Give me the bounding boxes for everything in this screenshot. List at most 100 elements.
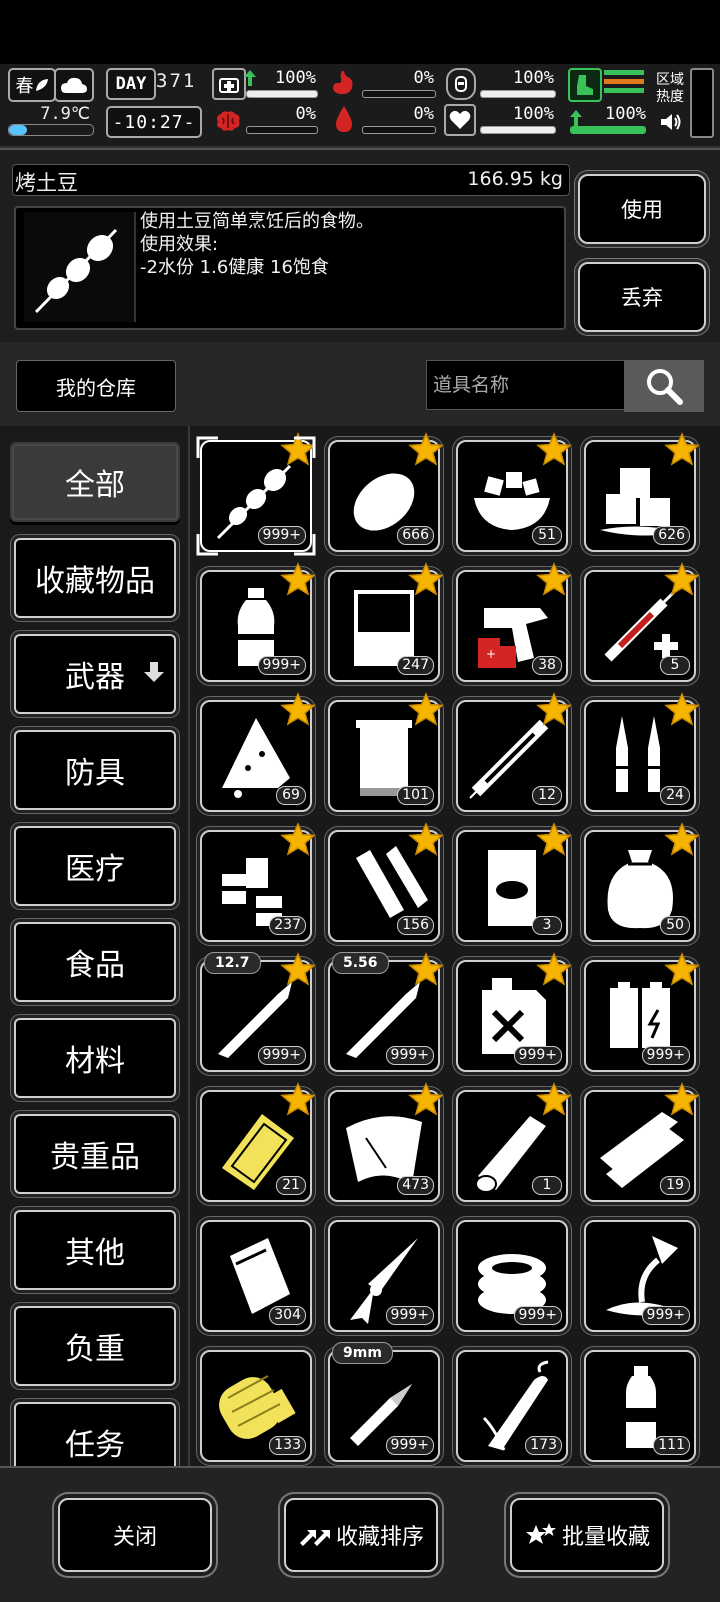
heart-icon [444,104,476,136]
favorite-star-icon [408,952,444,988]
use-button[interactable]: 使用 [578,174,706,244]
caliber-label: 9mm [332,1342,393,1364]
item-count: 51 [532,526,562,545]
item-search-input[interactable] [426,360,624,410]
health-bar [246,90,318,98]
category-materials[interactable]: 材料 [14,1018,176,1098]
category-label: 负重 [65,1332,125,1367]
inventory-slot[interactable]: 5 [584,562,700,682]
inventory-slot[interactable]: 999+ [196,432,316,556]
inventory-slot[interactable]: 626 [584,432,700,552]
item-count: 1 [532,1176,562,1195]
blood-bar [362,126,436,134]
batch-favorite-label: 批量收藏 [561,1525,650,1550]
favorite-star-icon [280,822,316,858]
day-label: DAY [106,68,156,100]
favorite-star-icon [408,562,444,598]
category-all[interactable]: 全部 [10,442,180,522]
inventory-slot[interactable]: 304 [200,1220,312,1332]
favorite-star-icon [664,1082,700,1118]
inventory-slot[interactable]: 237 [200,822,316,942]
category-favorites[interactable]: 收藏物品 [14,538,176,618]
inventory-slot[interactable]: 50 [584,822,700,942]
inventory-slot[interactable]: 69 [200,692,316,812]
inventory-slot[interactable]: 133 [200,1350,312,1462]
day-number: 371 [156,70,197,92]
favorite-star-icon [536,952,572,988]
inventory-slot[interactable]: 999+ [456,952,572,1072]
svg-text:+: + [486,647,496,661]
category-carry[interactable]: 负重 [14,1306,176,1386]
search-button[interactable] [624,360,704,412]
item-count: 38 [532,656,562,675]
category-label: 全部 [65,468,125,503]
weather-cloudy-icon [54,68,94,102]
inventory-slot[interactable]: 999+ [456,1220,568,1332]
batch-favorite-button[interactable]: 批量收藏 [510,1498,664,1572]
sort-favorites-button[interactable]: 收藏排序 [284,1498,438,1572]
inventory-slot[interactable]: 999+ [584,1220,696,1332]
category-other[interactable]: 其他 [14,1210,176,1290]
inventory-slot[interactable]: +38 [456,562,572,682]
close-button[interactable]: 关闭 [58,1498,212,1572]
speaker-icon[interactable] [660,112,682,132]
health-value: 100% [275,68,316,88]
category-label: 食品 [65,948,125,983]
category-label: 贵重品 [50,1140,140,1175]
category-food[interactable]: 食品 [14,922,176,1002]
hud-panel: 春 7.9℃ DAY 371 -10:27- 100% 0% 100% 0% 0… [0,64,720,148]
inventory-slot[interactable]: 156 [328,822,444,942]
blood-value: 0% [413,104,434,124]
category-label: 其他 [65,1236,125,1271]
item-grid: 999+ 666 51 626 999+ 247 +38 5 69 101 12 24 237 156 3 5… [190,426,720,1466]
category-medical[interactable]: 医疗 [14,826,176,906]
category-armor[interactable]: 防具 [14,730,176,810]
inventory-slot[interactable]: 666 [328,432,444,552]
item-count: 999+ [513,1306,562,1325]
category-quest[interactable]: 任务 [14,1402,176,1466]
inventory-slot[interactable]: 9mm 999+ [328,1342,440,1462]
stars-icon [525,1523,556,1544]
favorite-star-icon [536,562,572,598]
inventory-slot[interactable]: 24 [584,692,700,812]
inventory-slot[interactable]: 101 [328,692,444,812]
discard-button[interactable]: 丢弃 [578,262,706,332]
item-count: 999+ [385,1436,434,1455]
inventory-slot[interactable]: 21 [200,1082,316,1202]
item-count: 3 [532,916,562,935]
boot-icon [568,68,602,102]
inventory-slot[interactable]: 473 [328,1082,444,1202]
category-valuables[interactable]: 贵重品 [14,1114,176,1194]
item-name-bar: 烤土豆 166.95 kg [12,164,570,196]
inventory-slot[interactable]: 12 [456,692,572,812]
inventory-slot[interactable]: 111 [584,1350,696,1462]
category-label: 医疗 [65,852,125,887]
brain-icon [212,106,244,136]
inventory-slot[interactable]: 51 [456,432,572,552]
stamina-icon [446,68,476,100]
item-count: 101 [397,786,434,805]
stamina-bar [480,90,556,98]
inventory-slot[interactable]: 999+ [200,562,316,682]
inventory-slot[interactable]: 999+ [584,952,700,1072]
inventory-slot[interactable]: 247 [328,562,444,682]
close-label: 关闭 [112,1525,157,1550]
inventory-slot[interactable]: 19 [584,1082,700,1202]
category-label: 防具 [65,756,125,791]
inventory-slot[interactable]: 1 [456,1082,572,1202]
inventory-slot[interactable]: 173 [456,1350,568,1462]
item-description: 使用土豆简单烹饪后的食物。 使用效果: -2水份 1.6健康 16饱食 [140,210,374,279]
inventory-slot[interactable]: 5.56 999+ [328,952,444,1072]
stomach-bar [362,90,436,98]
favorite-star-icon [280,1082,316,1118]
heart-value: 100% [513,104,554,124]
my-warehouse-button[interactable]: 我的仓库 [16,360,176,412]
item-count: 237 [269,916,306,935]
stomach-value: 0% [413,68,434,88]
inventory-slot[interactable]: 999+ [328,1220,440,1332]
category-weapons[interactable]: 武器 [14,634,176,714]
category-label: 材料 [65,1044,125,1079]
inventory-slot[interactable]: 12.7 999+ [200,952,316,1072]
search-icon [647,369,683,405]
inventory-slot[interactable]: 3 [456,822,572,942]
